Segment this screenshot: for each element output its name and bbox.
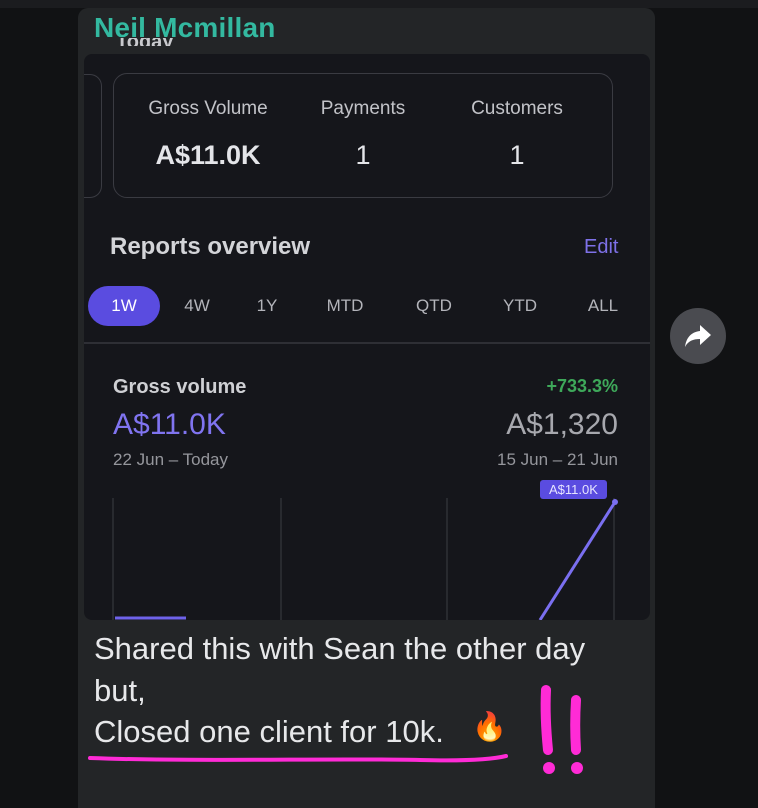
- exclamation-dot-left: [543, 762, 555, 774]
- exclamation-dot-right: [571, 762, 583, 774]
- pink-annotation: [88, 685, 583, 774]
- exclamation-right: [570, 695, 581, 755]
- underline-stroke: [88, 754, 508, 763]
- exclamation-left: [540, 685, 553, 755]
